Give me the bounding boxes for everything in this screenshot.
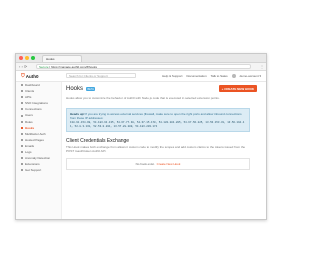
main-content: Hooks BETA + CREATE NEW HOOK Hooks allow… — [66, 85, 261, 219]
emails-icon — [21, 144, 23, 147]
app-header: ⛉ Auth0 Search for Clients or Support He… — [16, 70, 266, 82]
hooks-icon — [21, 126, 23, 129]
browser-titlebar: Hooks — [16, 54, 266, 63]
nav-buttons[interactable]: ‹ › ⟳ — [19, 64, 27, 69]
clients-icon — [21, 90, 23, 93]
rules-icon — [21, 120, 23, 123]
url-value: https://manage.auth0.com/#/hooks — [50, 65, 98, 69]
page-title: Hooks — [66, 86, 84, 92]
extensions-icon — [21, 163, 23, 166]
logs-icon — [21, 151, 23, 154]
sidebar-item-label: Get Support — [25, 168, 42, 173]
logo[interactable]: ⛉ Auth0 — [21, 73, 39, 79]
create-hook-link[interactable]: Create New Hook — [157, 162, 181, 166]
browser-tab[interactable]: Hooks — [42, 55, 82, 62]
dashboard-icon — [21, 84, 23, 87]
window-controls — [19, 56, 35, 60]
anomaly-icon — [21, 157, 23, 160]
beta-badge: BETA — [86, 87, 96, 91]
users-icon — [21, 114, 23, 117]
sidebar-item-get-support[interactable]: Get Support — [16, 167, 61, 173]
app-root: ⛉ Auth0 Search for Clients or Support He… — [16, 70, 266, 219]
hooks-empty-panel: No hook exist. Create New Hook — [66, 157, 250, 170]
maximize-window-button[interactable] — [31, 56, 35, 60]
sidebar: Dashboard Clients APIs SSO Integrations … — [16, 82, 62, 219]
ip-info-alert: Heads up! If you are trying to access ex… — [66, 108, 250, 133]
auth0-logo-icon: ⛉ — [21, 73, 25, 79]
support-icon — [21, 169, 23, 172]
browser-window: Hooks ‹ › ⟳ Secure | https://manage.auth… — [15, 53, 267, 220]
hosted-pages-icon — [21, 138, 23, 141]
section-title: Client Credentials Exchange — [66, 138, 130, 145]
talk-to-sales-link[interactable]: Talk to Sales — [211, 74, 228, 78]
alert-body: If you are trying to access external ser… — [70, 112, 242, 120]
apis-icon — [21, 96, 23, 99]
alert-text: Heads up! If you are trying to access ex… — [70, 112, 246, 120]
documentation-link[interactable]: Documentation — [186, 74, 206, 78]
close-window-button[interactable] — [19, 56, 23, 60]
secure-label: Secure — [39, 65, 49, 69]
minimize-window-button[interactable] — [25, 56, 29, 60]
user-menu[interactable]: demo-account ▾ — [240, 74, 261, 78]
search-input[interactable]: Search for Clients or Support — [66, 73, 136, 78]
empty-state-text: No hook exist. — [135, 161, 155, 166]
sso-icon — [21, 102, 23, 105]
connections-icon — [21, 108, 23, 111]
browser-menu-icon[interactable]: ⋮ — [260, 64, 264, 69]
page-description: Hooks allow you to customize the behavio… — [66, 96, 220, 100]
multifactor-icon — [21, 132, 23, 135]
help-support-link[interactable]: Help & Support — [162, 74, 182, 78]
section-description: This Hook makes both exchange from allow… — [66, 145, 246, 153]
create-hook-button[interactable]: + CREATE NEW HOOK — [218, 85, 257, 92]
address-bar[interactable]: Secure | https://manage.auth0.com/#/hook… — [36, 64, 251, 69]
avatar[interactable] — [231, 74, 236, 78]
ip-address-list: 138.91.154.99, 54.183.64.135, 54.67.77.3… — [70, 121, 245, 128]
logo-text: Auth0 — [25, 73, 39, 79]
top-links: Help & Support Documentation Talk to Sal… — [162, 74, 261, 78]
